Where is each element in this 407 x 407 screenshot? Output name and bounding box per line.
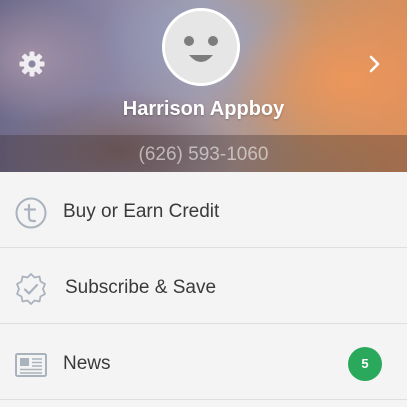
- menu-item-label: Buy or Earn Credit: [63, 201, 220, 222]
- profile-phone: (626) 593-1060: [138, 144, 269, 165]
- news-count-badge: 5: [348, 347, 382, 381]
- credit-t-icon: [14, 196, 48, 230]
- gear-icon[interactable]: [18, 50, 46, 78]
- profile-header: Harrison Appboy (626) 593-1060: [0, 0, 407, 172]
- menu-item-news[interactable]: News: [0, 324, 407, 400]
- avatar[interactable]: [162, 8, 240, 86]
- menu-list: Buy or Earn Credit Subscribe & Save News: [0, 172, 407, 400]
- menu-item-label: News: [63, 353, 111, 374]
- menu-item-buy-credit[interactable]: Buy or Earn Credit: [0, 172, 407, 248]
- smiley-face-icon: [165, 11, 237, 83]
- chevron-right-icon[interactable]: [367, 54, 383, 74]
- menu-item-label: Subscribe & Save: [65, 277, 217, 298]
- check-badge-icon: [14, 272, 48, 306]
- newspaper-icon: [14, 348, 48, 382]
- profile-name: Harrison Appboy: [122, 98, 285, 120]
- menu-item-subscribe[interactable]: Subscribe & Save: [0, 248, 407, 324]
